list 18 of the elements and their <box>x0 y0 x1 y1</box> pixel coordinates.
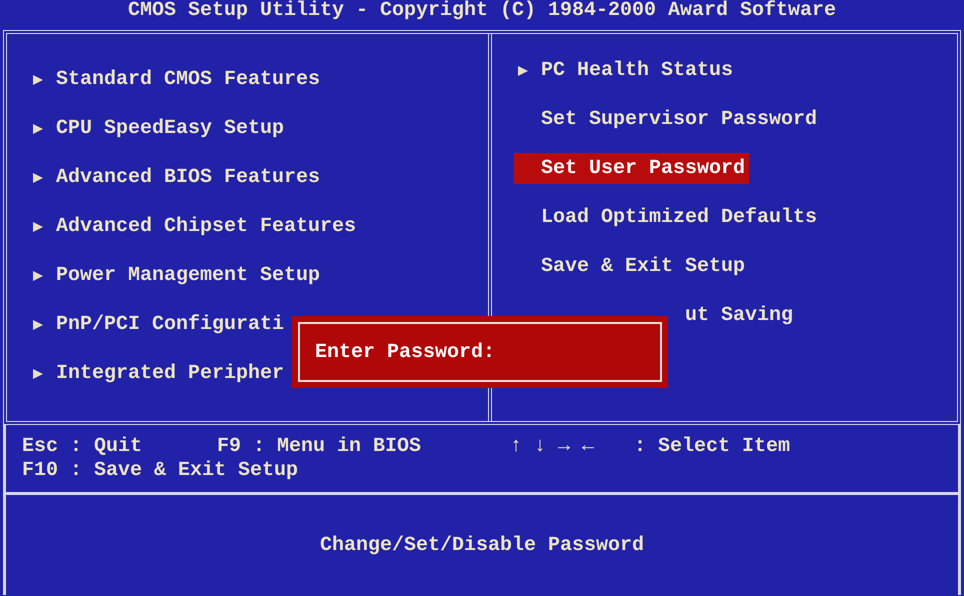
menu-item[interactable]: Set Supervisor Password <box>514 104 822 135</box>
menu-item[interactable]: Power Management Setup <box>33 251 488 300</box>
key-help-text: F9 : Menu in BIOS <box>217 435 422 458</box>
menu-item[interactable]: Advanced BIOS Features <box>33 153 488 202</box>
password-prompt: Enter Password: <box>315 340 496 364</box>
menu-item[interactable]: PC Health Status <box>514 55 738 86</box>
menu-item[interactable]: Standard CMOS Features <box>33 55 488 104</box>
menu-item[interactable]: Load Optimized Defaults <box>514 202 822 233</box>
menu-item[interactable]: Save & Exit Setup <box>514 251 750 282</box>
menu-item[interactable]: Advanced Chipset Features <box>33 202 488 251</box>
menu-item[interactable]: CPU SpeedEasy Setup <box>33 104 488 153</box>
key-help-text: ↑ ↓ → ← <box>510 435 594 458</box>
menu-item[interactable]: Set User Password <box>514 153 750 184</box>
key-help-text: : Select Item <box>634 435 790 458</box>
window-title: CMOS Setup Utility - Copyright (C) 1984-2000 Award Software <box>126 0 838 24</box>
key-help-text: Esc : Quit <box>22 435 142 458</box>
item-description: Change/Set/Disable Password <box>320 534 644 556</box>
key-help-text: F10 : Save & Exit Setup <box>22 459 298 482</box>
